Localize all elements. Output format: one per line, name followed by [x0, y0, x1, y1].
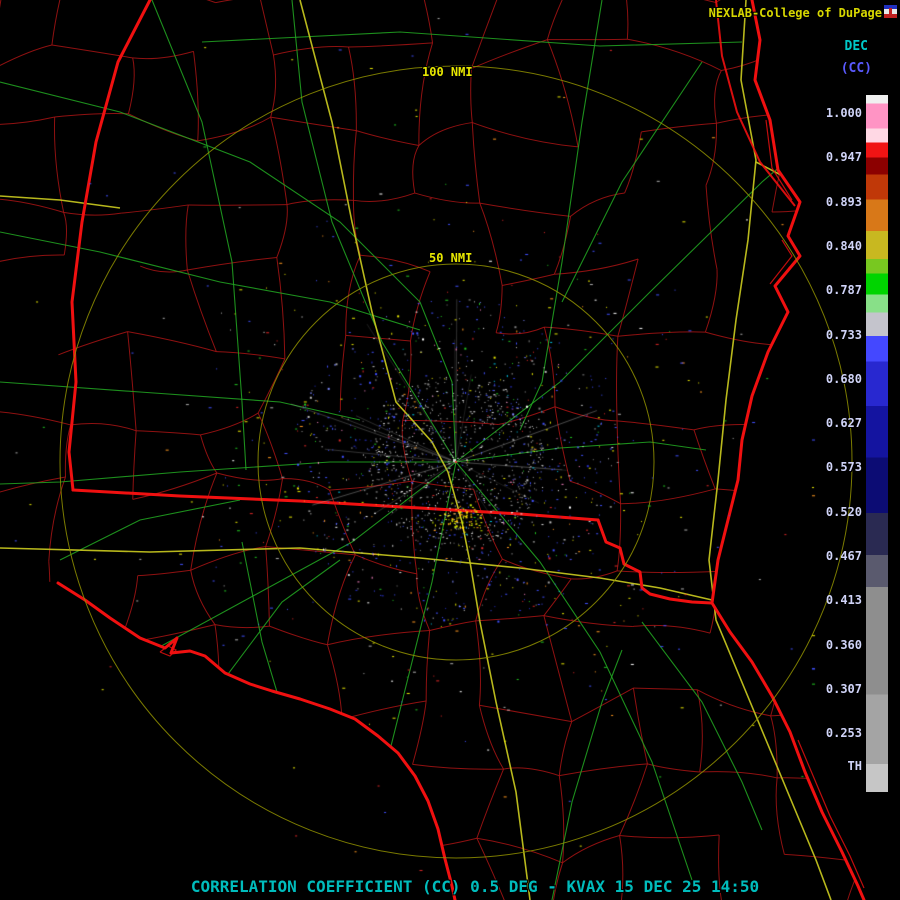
corner-date-text: DEC	[844, 39, 868, 54]
range-ring-label-100nmi: 100 NMI	[422, 65, 473, 79]
colorbar-tick-label: 0.467	[825, 549, 862, 563]
colorbar-tick-label: 0.413	[825, 593, 862, 608]
colorbar	[866, 95, 888, 792]
corner-product-text: (CC)	[840, 61, 872, 76]
range-ring-label-50nmi: 50 NMI	[429, 251, 473, 265]
nexlab-logo-icon	[884, 5, 897, 18]
radar-echo-canvas	[0, 0, 900, 900]
colorbar-tick-label: 0.573	[825, 460, 862, 475]
colorbar-tick-label: 0.520	[825, 504, 862, 519]
product-title: CORRELATION COEFFICIENT (CC) 0.5 DEG - K…	[190, 877, 760, 896]
colorbar-tick-label: 0.253	[825, 726, 862, 741]
attribution-text: NEXLAB-College of DuPage	[708, 6, 882, 20]
colorbar-tick-label: 0.733	[825, 327, 862, 342]
radar-screen: 100 NMI 50 NMI NEXLAB-College of DuPage …	[0, 0, 900, 900]
colorbar-labels: TH 1.000 0.947 0.893 0.840 0.787 0.733 0.680 0.…	[818, 95, 862, 792]
colorbar-threshold-label: TH	[847, 759, 862, 773]
colorbar-tick-label: 0.360	[825, 637, 862, 652]
colorbar-tick-label: 0.893	[825, 194, 862, 209]
colorbar-tick-label: 0.307	[825, 681, 862, 696]
colorbar-tick-label: 1.000	[825, 106, 862, 120]
colorbar-tick-label: 0.680	[825, 371, 862, 386]
colorbar-tick-label: 0.947	[825, 150, 862, 165]
colorbar-tick-label: 0.627	[825, 416, 862, 431]
colorbar-tick-label: 0.787	[825, 283, 862, 298]
colorbar-tick-label: 0.840	[825, 238, 862, 253]
